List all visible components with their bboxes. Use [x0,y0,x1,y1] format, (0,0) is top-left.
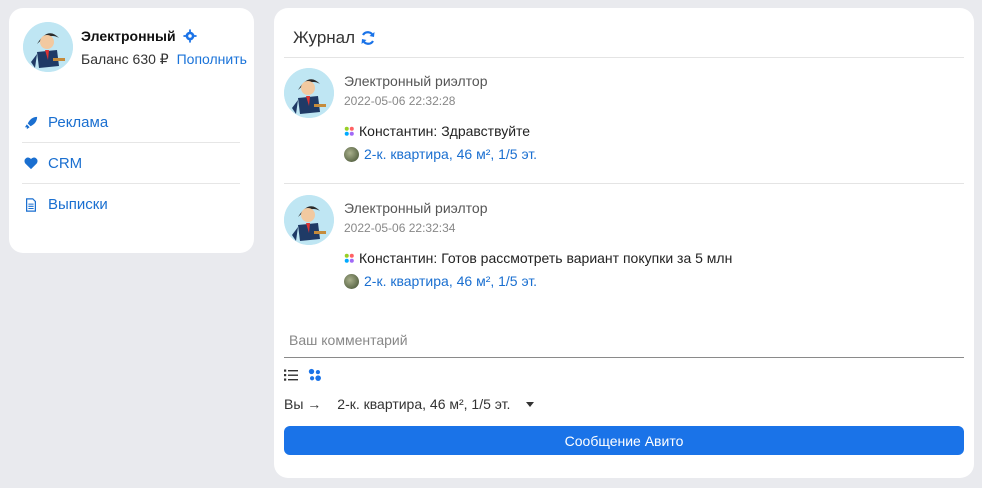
journal-entry: Электронный риэлтор 2022-05-06 22:32:34 … [284,185,964,311]
entry-author: Электронный риэлтор [344,73,488,89]
journal-entry: Электронный риэлтор 2022-05-06 22:32:28 … [284,58,964,184]
realtor-avatar-icon [284,195,334,245]
send-avito-button[interactable]: Сообщение Авито [284,426,964,455]
sidebar-nav: Реклама CRM Выписки [22,102,240,225]
sidebar-item-label: CRM [48,154,83,172]
recipient-prefix: Вы → [284,396,322,412]
balance-row: Баланс 630 ₽ Пополнить [81,51,247,68]
realtor-avatar-icon [284,68,334,118]
sidebar-item-crm[interactable]: CRM [22,143,240,184]
balance-text: Баланс 630 ₽ [81,51,169,67]
refresh-icon[interactable] [360,30,376,46]
rocket-icon [23,114,39,130]
sidebar-item-statements[interactable]: Выписки [22,184,240,225]
entry-timestamp: 2022-05-06 22:32:34 [344,221,456,235]
gear-icon[interactable] [183,29,197,43]
listing-link-text: 2-к. квартира, 46 м², 1/5 эт. [364,273,538,289]
profile-card: Электронный Баланс 630 ₽ Пополнить Рекла… [9,8,254,253]
entry-message: Константин: Здравствуйте [344,123,530,139]
topup-link[interactable]: Пополнить [177,51,247,67]
sidebar-item-label: Выписки [48,196,108,213]
recipient-row: Вы → 2-к. квартира, 46 м², 1/5 эт. [284,396,535,412]
profile-name-text: Электронный [81,28,176,44]
send-button-label: Сообщение Авито [564,432,684,449]
listing-link[interactable]: 2-к. квартира, 46 м², 1/5 эт. [344,273,537,289]
document-icon [23,197,39,213]
realtor-avatar-icon [23,22,73,72]
avatar [284,195,334,245]
listing-thumbnail [344,146,359,162]
page-title: Журнал [293,28,376,48]
listing-link[interactable]: 2-к. квартира, 46 м², 1/5 эт. [344,146,537,162]
entry-message: Константин: Готов рассмотреть вариант по… [344,250,732,266]
chevron-down-icon [526,401,535,407]
entry-timestamp: 2022-05-06 22:32:28 [344,94,456,108]
profile-name: Электронный [81,28,197,44]
journal-title-text: Журнал [293,28,356,47]
avatar [284,68,334,118]
list-icon[interactable] [284,368,298,382]
avito-dots-icon [344,253,354,263]
listing-select[interactable]: 2-к. квартира, 46 м², 1/5 эт. [337,396,535,412]
listing-thumbnail [344,273,359,289]
listing-select-value: 2-к. квартира, 46 м², 1/5 эт. [337,396,511,412]
composer-toolbar [284,368,332,382]
sidebar-item-ads[interactable]: Реклама [22,102,240,143]
avito-dots-icon[interactable] [308,368,322,382]
comment-input[interactable] [284,322,964,358]
avito-dots-icon [344,126,354,136]
journal-card: Журнал Электронный риэлтор 2022-05-06 22… [274,8,974,478]
entry-author: Электронный риэлтор [344,200,488,216]
avatar[interactable] [23,22,73,72]
listing-link-text: 2-к. квартира, 46 м², 1/5 эт. [364,146,538,162]
heart-icon [23,155,39,171]
entry-message-text: Константин: Здравствуйте [359,123,531,139]
entry-message-text: Константин: Готов рассмотреть вариант по… [359,250,733,266]
sidebar-item-label: Реклама [48,113,109,131]
